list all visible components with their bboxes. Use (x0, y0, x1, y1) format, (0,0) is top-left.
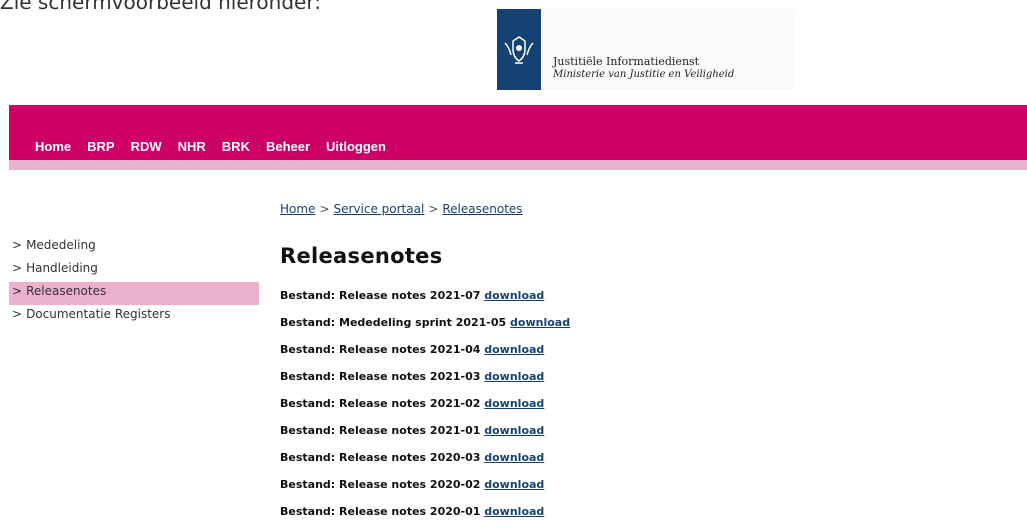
download-link[interactable]: download (484, 424, 544, 437)
file-row: Bestand: Release notes 2021-02 download (280, 397, 570, 424)
sidebar-item-label: Mededeling (26, 238, 96, 252)
breadcrumb: Home > Service portaal > Releasenotes (280, 202, 523, 216)
file-label: Bestand: Release notes 2021-01 (280, 424, 481, 437)
top-bar-stripe (9, 160, 1027, 170)
file-list: Bestand: Release notes 2021-07 download … (280, 289, 570, 532)
chevron-right-icon: > (12, 238, 23, 252)
sidebar-item-mededeling[interactable]: > Mededeling (9, 236, 259, 259)
sidebar-item-handleiding[interactable]: > Handleiding (9, 259, 259, 282)
breadcrumb-separator: > (428, 202, 439, 216)
nav-rdw[interactable]: RDW (131, 139, 162, 154)
nav-beheer[interactable]: Beheer (266, 139, 310, 154)
file-row: Bestand: Mededeling sprint 2021-05 downl… (280, 316, 570, 343)
file-row: Bestand: Release notes 2020-01 download (280, 505, 570, 532)
breadcrumb-releasenotes[interactable]: Releasenotes (442, 202, 522, 216)
breadcrumb-service-portaal[interactable]: Service portaal (334, 202, 425, 216)
main-navigation: Home BRP RDW NHR BRK Beheer Uitloggen (35, 139, 402, 154)
file-row: Bestand: Release notes 2021-04 download (280, 343, 570, 370)
file-label: Bestand: Release notes 2020-03 (280, 451, 481, 464)
file-label: Bestand: Release notes 2021-07 (280, 289, 481, 302)
coat-of-arms-icon (497, 9, 541, 90)
download-link[interactable]: download (484, 343, 544, 356)
download-link[interactable]: download (484, 370, 544, 383)
chevron-right-icon: > (12, 307, 23, 321)
file-label: Bestand: Release notes 2020-01 (280, 505, 481, 518)
file-label: Bestand: Release notes 2020-02 (280, 478, 481, 491)
sidebar-item-label: Documentatie Registers (26, 307, 171, 321)
download-link[interactable]: download (510, 316, 570, 329)
chevron-right-icon: > (12, 261, 23, 275)
nav-home[interactable]: Home (35, 139, 71, 154)
file-label: Bestand: Release notes 2021-02 (280, 397, 481, 410)
file-label: Bestand: Mededeling sprint 2021-05 (280, 316, 507, 329)
logo-subtitle: Ministerie van Justitie en Veiligheid (553, 69, 735, 80)
sidebar: > Mededeling > Handleiding > Releasenotes >… (9, 236, 259, 328)
nav-brp[interactable]: BRP (87, 139, 114, 154)
sidebar-item-releasenotes[interactable]: > Releasenotes (9, 282, 259, 305)
nav-nhr[interactable]: NHR (178, 139, 206, 154)
file-label: Bestand: Release notes 2021-03 (280, 370, 481, 383)
logo: Justitiële Informatiedienst Ministerie v… (497, 9, 795, 90)
breadcrumb-home[interactable]: Home (280, 202, 315, 216)
file-row: Bestand: Release notes 2021-03 download (280, 370, 570, 397)
file-row: Bestand: Release notes 2020-03 download (280, 451, 570, 478)
file-row: Bestand: Release notes 2020-02 download (280, 478, 570, 505)
nav-brk[interactable]: BRK (222, 139, 250, 154)
sidebar-item-documentatie-registers[interactable]: > Documentatie Registers (9, 305, 259, 328)
download-link[interactable]: download (484, 289, 544, 302)
download-link[interactable]: download (484, 505, 544, 518)
chevron-right-icon: > (12, 284, 23, 298)
file-row: Bestand: Release notes 2021-01 download (280, 424, 570, 451)
download-link[interactable]: download (484, 478, 544, 491)
file-label: Bestand: Release notes 2021-04 (280, 343, 481, 356)
logo-title: Justitiële Informatiedienst (553, 55, 700, 68)
download-link[interactable]: download (484, 451, 544, 464)
sidebar-item-label: Releasenotes (26, 284, 107, 298)
file-row: Bestand: Release notes 2021-07 download (280, 289, 570, 316)
intro-text: Zie schermvoorbeeld hieronder: (0, 0, 321, 14)
sidebar-item-label: Handleiding (26, 261, 98, 275)
nav-uitloggen[interactable]: Uitloggen (326, 139, 386, 154)
breadcrumb-separator: > (319, 202, 330, 216)
page-title: Releasenotes (280, 244, 443, 268)
download-link[interactable]: download (484, 397, 544, 410)
